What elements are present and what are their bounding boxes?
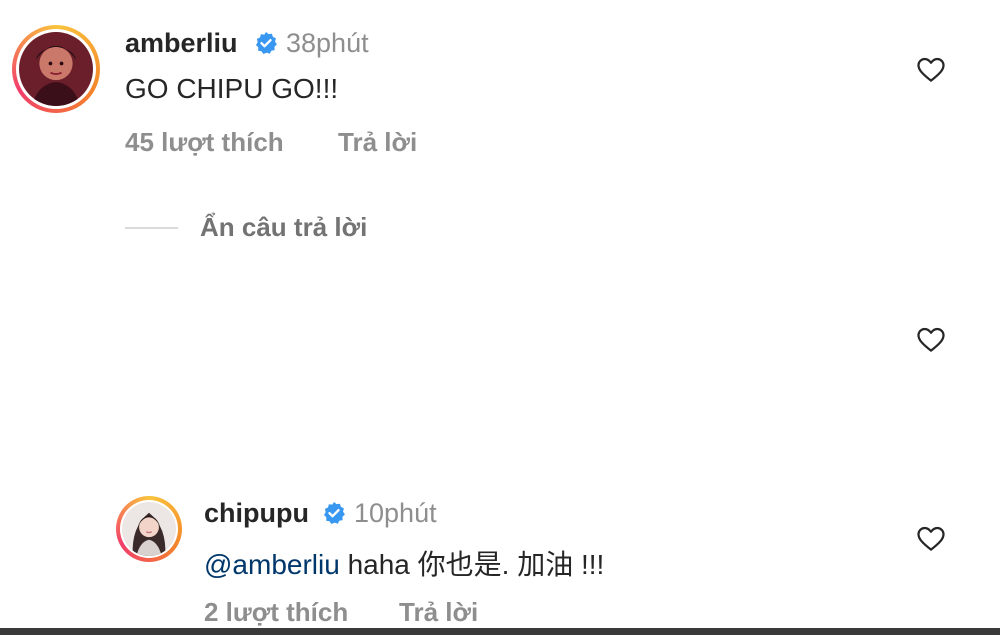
reply-time: 10phút — [354, 498, 437, 528]
likes-count[interactable]: 2 lượt thích — [204, 597, 348, 628]
reply-button[interactable]: Trả lời — [399, 597, 478, 628]
reply-username[interactable]: chipupu — [204, 498, 309, 529]
avatar-chipupu[interactable] — [116, 496, 182, 562]
comment-text: GO CHIPU GO!!! — [125, 73, 339, 104]
heart-icon[interactable] — [916, 524, 946, 554]
mention-link[interactable]: @amberliu — [204, 549, 340, 580]
hide-replies-line — [125, 227, 178, 229]
reply-text: @amberliu haha 你也是. 加油 !!! — [204, 543, 604, 583]
heart-icon[interactable] — [916, 325, 946, 355]
comment-username[interactable]: amberliu — [125, 28, 238, 59]
bottom-divider — [0, 628, 1000, 635]
hide-replies-button[interactable]: Ẩn câu trả lời — [200, 212, 367, 243]
likes-count[interactable]: 45 lượt thích — [125, 127, 284, 158]
comments-screen: amberliu 38phút GO CHIPU GO!!! 45 lượt t… — [0, 0, 1000, 635]
avatar-amberliu[interactable] — [12, 25, 100, 113]
avatar-image — [19, 32, 93, 106]
verified-badge-icon — [324, 502, 345, 524]
heart-icon[interactable] — [916, 55, 946, 85]
comment-time: 38phút — [286, 28, 369, 58]
verified-badge-icon — [256, 32, 277, 54]
reply-message: haha 你也是. 加油 !!! — [339, 549, 605, 580]
avatar-image — [122, 502, 176, 556]
reply-button[interactable]: Trả lời — [338, 127, 417, 158]
